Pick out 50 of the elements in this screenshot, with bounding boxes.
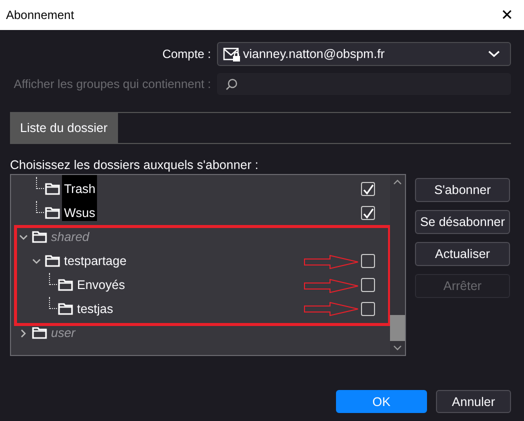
chevron-right-icon[interactable] [19, 328, 28, 338]
action-button[interactable]: Actualiser [415, 242, 510, 266]
folder-name: user [51, 326, 76, 340]
folder-name: Envoyés [77, 278, 125, 292]
annotation-box [62, 175, 97, 221]
scroll-thumb[interactable] [390, 315, 405, 341]
tree-label: Choisissez les dossiers auxquels s'abonner : [10, 158, 260, 172]
chevron-down-icon[interactable] [32, 256, 41, 266]
folder-icon [45, 255, 60, 267]
search-icon [225, 78, 238, 90]
chevron-down-icon[interactable] [19, 232, 28, 242]
folder-name: testpartage [64, 254, 127, 268]
folder-name: Trash [64, 182, 96, 196]
folder-icon [58, 303, 73, 315]
folder-name: Wsus [64, 206, 96, 220]
account-select[interactable]: vianney.natton@obspm.fr [217, 42, 511, 66]
ok-button[interactable]: OK [336, 390, 427, 413]
folder-icon [32, 231, 47, 243]
subscribe-checkbox[interactable] [361, 182, 375, 196]
tree-connector [36, 201, 44, 213]
folder-name: shared [51, 230, 90, 244]
tree-connector [49, 297, 57, 309]
folder-icon [58, 279, 73, 291]
subscribe-checkbox[interactable] [361, 206, 375, 220]
folder-icon [32, 327, 47, 339]
folder-icon [45, 183, 60, 195]
tree-connector [49, 273, 57, 285]
close-button[interactable]: ✕ [490, 0, 524, 30]
arrow-annotation [304, 255, 359, 269]
account-value: vianney.natton@obspm.fr [243, 47, 386, 61]
scrollbar[interactable] [390, 175, 405, 355]
subscribe-checkbox[interactable] [361, 302, 375, 316]
cancel-button[interactable]: Annuler [436, 390, 511, 413]
filter-label: Afficher les groupes qui contiennent : [12, 77, 212, 91]
window-title: Abonnement [6, 8, 74, 22]
mail-lock-icon [223, 46, 241, 62]
arrow-annotation [304, 279, 359, 293]
tree-connector [36, 177, 44, 189]
filter-field[interactable] [217, 73, 511, 95]
chevron-down-icon [488, 50, 500, 58]
account-label: Compte : [161, 47, 212, 61]
subscribe-checkbox[interactable] [361, 254, 375, 268]
folder-name: testjas [77, 302, 114, 316]
arrow-annotation [304, 302, 359, 316]
folder-list-tab[interactable]: Liste du dossier [10, 113, 118, 143]
action-button[interactable]: Se désabonner [415, 210, 510, 234]
action-button[interactable]: S'abonner [415, 178, 510, 202]
folder-icon [45, 207, 60, 219]
subscribe-checkbox[interactable] [361, 278, 375, 292]
folder-tree[interactable]: Trash Wsus shared testpartage Envoyés testjas user [10, 174, 406, 356]
